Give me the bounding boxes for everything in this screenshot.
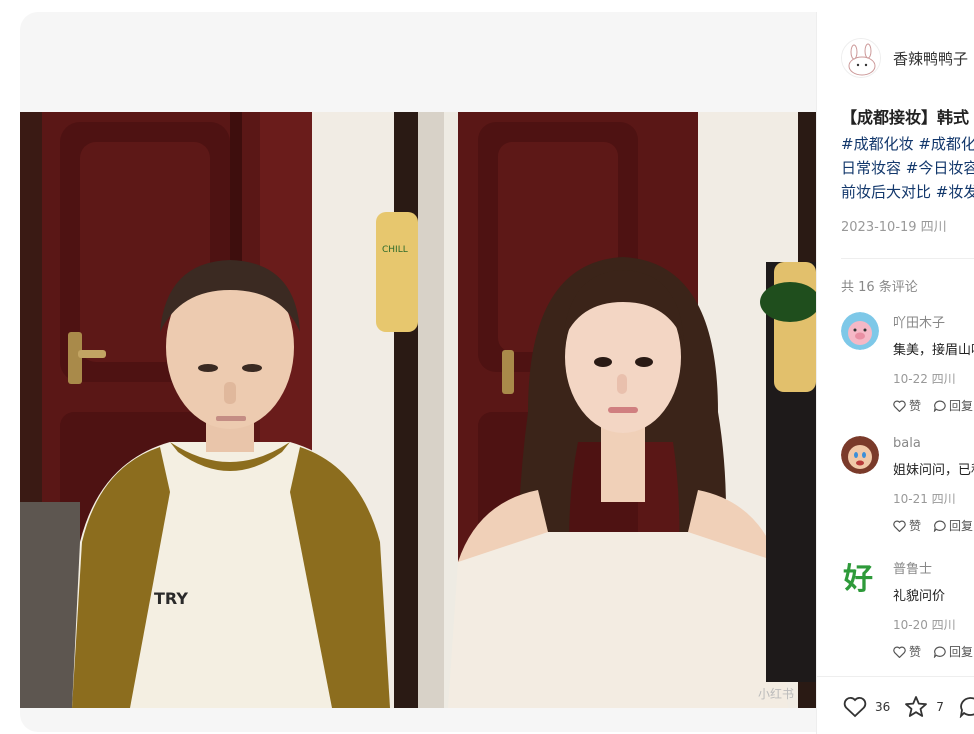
comment-text: 集美，接眉山吗 [893,343,974,358]
commenter-avatar[interactable] [841,436,879,474]
crying-face-avatar-icon [841,436,879,474]
before-photo-illustration: CHILL TRY [20,112,418,708]
star-icon [905,696,928,717]
chat-bubble-icon [933,520,946,532]
comment-count: 共 16 条评论 [841,280,918,295]
engagement-bar: 36 7 [817,676,974,734]
heart-icon [843,696,867,717]
tag-line[interactable]: 日常妆容 #今日妆容 [841,156,974,180]
watermark: 小红书 [758,686,794,701]
commenter-name[interactable]: 普鲁士 [893,558,974,577]
reply-button[interactable]: 回复 [933,517,973,534]
after-photo: 小红书 [418,112,816,708]
comment-meta: 10-20 四川 [893,618,956,632]
collect-count: 7 [936,699,944,714]
avatar-glyph: 好 [842,562,873,596]
chat-bubble-icon [933,400,946,412]
heart-icon [893,400,906,412]
phone-case-text: CHILL [382,245,408,255]
after-photo-illustration: 小红书 [418,112,816,708]
comment-text: 礼貌问价 [893,589,946,604]
author-avatar[interactable] [841,38,881,78]
reply-label: 回复 [949,645,974,659]
shirt-logo: TRY [154,589,188,608]
reply-label: 回复 [949,519,974,533]
divider [841,258,974,259]
publish-date: 2023-10-19 四川 [841,220,947,235]
note-sidebar: 香辣鸭鸭子 【成都接妆】韩式 #成都化妆 #成都化 日常妆容 #今日妆容 前妆后… [816,12,974,734]
like-note-button[interactable]: 36 [843,696,890,718]
comment-meta: 10-21 四川 [893,492,956,506]
commenter-avatar[interactable] [841,312,879,350]
comment-meta: 10-22 四川 [893,372,956,386]
author-block[interactable]: 香辣鸭鸭子 [841,38,968,78]
rabbit-avatar-icon [842,39,880,77]
chat-bubble-icon [959,696,974,718]
glyph-avatar-icon: 好 [841,558,879,596]
heart-icon [893,520,906,532]
chat-bubble-icon [933,646,946,658]
pig-avatar-icon [841,312,879,350]
commenter-avatar[interactable]: 好 [841,558,879,596]
tag-line[interactable]: 前妆后大对比 #妆发 [841,180,974,204]
note-image-carousel[interactable]: CHILL TRY 小红书 [20,112,816,708]
reply-button[interactable]: 回复 [933,397,973,414]
reply-label: 回复 [949,399,974,413]
reply-button[interactable]: 回复 [933,643,973,660]
commenter-name[interactable]: bala [893,436,974,451]
like-button[interactable]: 赞 [893,517,921,534]
heart-icon [893,646,906,658]
like-label: 赞 [909,519,922,533]
tag-line[interactable]: #成都化妆 #成都化 [841,132,974,156]
like-label: 赞 [909,645,922,659]
commenter-name[interactable]: 吖田木子 [893,312,974,331]
before-photo: CHILL TRY [20,112,418,708]
like-button[interactable]: 赞 [893,643,921,660]
note-title: 【成都接妆】韩式 [841,108,970,127]
comment-text: 姐妹问问，已私 [893,463,974,478]
collect-button[interactable]: 7 [904,695,944,718]
like-count: 36 [875,699,891,714]
tag-list: #成都化妆 #成都化 日常妆容 #今日妆容 前妆后大对比 #妆发 [841,132,974,204]
author-name[interactable]: 香辣鸭鸭子 [893,48,968,69]
like-button[interactable]: 赞 [893,397,921,414]
comment-button[interactable] [958,696,974,718]
like-label: 赞 [909,399,922,413]
